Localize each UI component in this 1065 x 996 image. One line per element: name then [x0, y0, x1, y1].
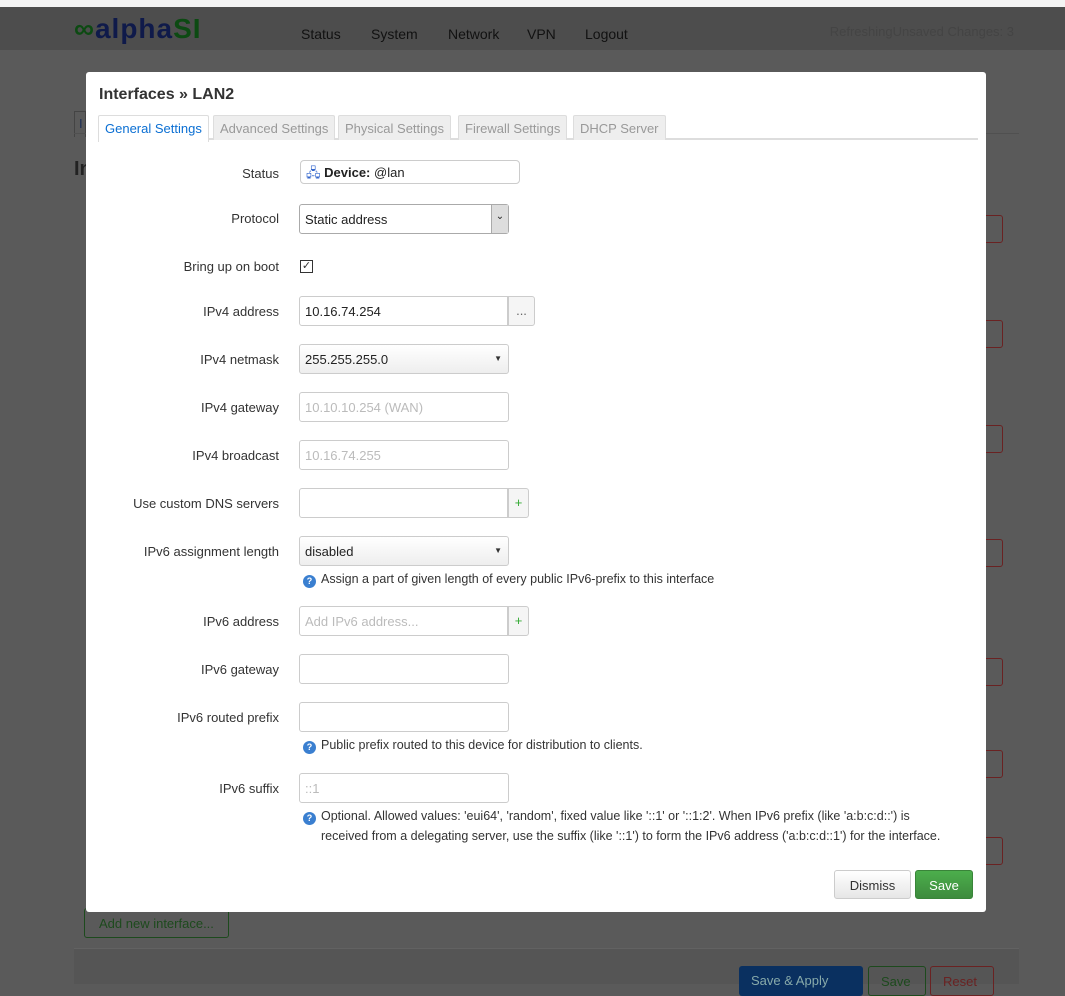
ipv4-more-button[interactable]: ... — [508, 296, 535, 326]
status-device: 🖧 Device: @lan — [300, 160, 520, 184]
ipv6-prefix-input[interactable] — [299, 702, 509, 732]
add-interface-button: Add new interface... — [84, 908, 229, 938]
ipv6-prefix-label: IPv6 routed prefix — [177, 710, 279, 725]
ipv6-prefix-help: ? Public prefix routed to this device for… — [303, 735, 643, 755]
header-status: RefreshingUnsaved Changes: 3 — [829, 24, 1014, 39]
ipv4-gateway-input[interactable]: 10.10.10.254 (WAN) — [299, 392, 509, 422]
tab-dhcp[interactable]: DHCP Server — [573, 115, 666, 140]
ipv6-suffix-label: IPv6 suffix — [219, 781, 279, 796]
ipv4-gateway-label: IPv4 gateway — [200, 400, 279, 415]
tab-physical[interactable]: Physical Settings — [338, 115, 451, 140]
protocol-label: Protocol — [231, 211, 279, 226]
ipv6-gateway-label: IPv6 gateway — [200, 662, 279, 677]
tab-firewall[interactable]: Firewall Settings — [458, 115, 568, 140]
chevron-down-icon: ⌄ — [491, 205, 508, 233]
ipv6-address-label: IPv6 address — [203, 614, 279, 629]
help-icon: ? — [303, 575, 316, 588]
tab-general[interactable]: General Settings — [98, 115, 209, 142]
ipv6-assign-label: IPv6 assignment length — [143, 544, 279, 559]
help-icon: ? — [303, 812, 316, 825]
ipv4-broadcast-label: IPv4 broadcast — [192, 448, 279, 463]
nav-vpn[interactable]: VPN — [527, 26, 556, 42]
nav-logout[interactable]: Logout — [585, 26, 628, 42]
interface-modal: Interfaces » LAN2 General Settings Advan… — [86, 72, 986, 912]
ipv4-address-label: IPv4 address — [203, 304, 279, 319]
ipv4-netmask-label: IPv4 netmask — [200, 352, 279, 367]
status-label: Status — [242, 166, 279, 181]
header: ∞alphaSI Status System Network VPN Logou… — [0, 7, 1065, 50]
nav-network[interactable]: Network — [448, 26, 499, 42]
ipv6-suffix-help: ? Optional. Allowed values: 'eui64', 'ran… — [303, 806, 940, 846]
dropdown-arrow-icon: ▼ — [494, 354, 502, 363]
add-dns-button[interactable]: + — [508, 488, 529, 518]
tab-bar: General Settings Advanced Settings Physi… — [98, 115, 978, 142]
dns-label: Use custom DNS servers — [133, 496, 279, 511]
tab-advanced[interactable]: Advanced Settings — [213, 115, 336, 140]
save-apply-button: Save & Apply — [739, 966, 863, 996]
save-button[interactable]: Save — [915, 870, 973, 899]
help-icon: ? — [303, 741, 316, 754]
logo: ∞alphaSI — [74, 13, 202, 44]
nav-system[interactable]: System — [371, 26, 418, 42]
ipv6-assign-help: ? Assign a part of given length of every … — [303, 569, 714, 589]
ipv6-assign-select[interactable]: disabled ▼ — [299, 536, 509, 566]
add-ipv6-button[interactable]: + — [508, 606, 529, 636]
protocol-select[interactable]: Static address ⌄ — [299, 204, 509, 234]
boot-label: Bring up on boot — [183, 259, 279, 274]
dismiss-button[interactable]: Dismiss — [834, 870, 911, 899]
ipv4-address-input[interactable]: 10.16.74.254 — [299, 296, 508, 326]
ipv6-gateway-input[interactable] — [299, 654, 509, 684]
dns-input[interactable] — [299, 488, 508, 518]
browser-strip — [0, 0, 1065, 7]
modal-title: Interfaces » LAN2 — [99, 86, 235, 103]
bg-save-button: Save — [868, 966, 926, 996]
ipv6-suffix-input[interactable]: ::1 — [299, 773, 509, 803]
network-device-icon: 🖧 — [306, 165, 321, 180]
nav-status[interactable]: Status — [301, 26, 341, 42]
boot-checkbox[interactable]: ✓ — [300, 260, 313, 273]
ipv4-netmask-select[interactable]: 255.255.255.0 ▼ — [299, 344, 509, 374]
ipv6-address-input[interactable]: Add IPv6 address... — [299, 606, 508, 636]
dropdown-arrow-icon: ▼ — [494, 546, 502, 555]
ipv4-broadcast-input[interactable]: 10.16.74.255 — [299, 440, 509, 470]
reset-button: Reset — [930, 966, 994, 996]
